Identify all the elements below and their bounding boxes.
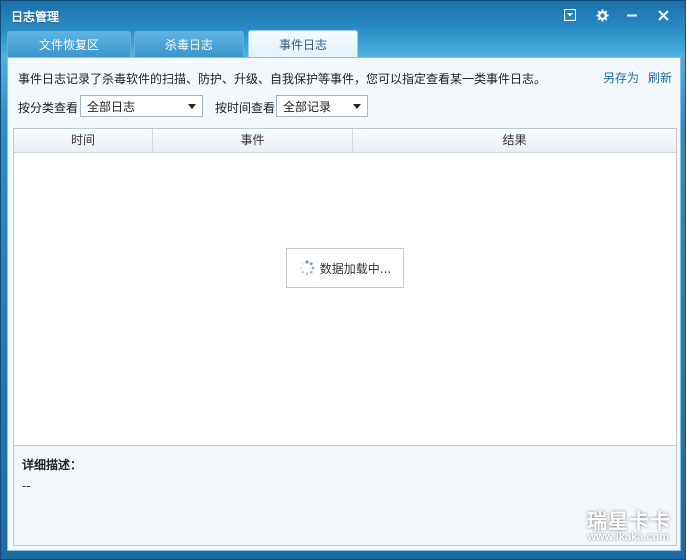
- tab-antivirus-log[interactable]: 杀毒日志: [134, 31, 244, 57]
- loading-text: 数据加载中...: [319, 261, 392, 276]
- watermark-brand: 瑞星卡卡: [587, 509, 671, 533]
- table-header: 时间 事件 结果: [14, 129, 676, 153]
- loading-indicator: 数据加载中...: [286, 248, 404, 288]
- column-header-event[interactable]: 事件: [153, 129, 353, 152]
- skin-icon[interactable]: [559, 5, 581, 25]
- tab-event-log[interactable]: 事件日志: [248, 30, 358, 58]
- minimize-icon[interactable]: [621, 5, 643, 25]
- event-log-description: 事件日志记录了杀毒软件的扫描、防护、升级、自我保护等事件，您可以指定查看某一类事…: [18, 72, 547, 86]
- column-header-time[interactable]: 时间: [14, 129, 153, 152]
- close-icon[interactable]: [652, 5, 674, 25]
- log-manager-window: 日志管理 文件恢复区 杀毒日志 事件日志 事件日志记录了杀毒软件的扫描、防护、升…: [0, 0, 686, 560]
- column-header-result[interactable]: 结果: [353, 129, 676, 152]
- tab-file-recovery[interactable]: 文件恢复区: [7, 31, 131, 57]
- time-select[interactable]: 全部记录: [276, 95, 368, 117]
- refresh-link[interactable]: 刷新: [648, 69, 672, 86]
- detail-title: 详细描述：: [22, 458, 83, 472]
- spinner-icon: [299, 260, 315, 276]
- chevron-down-icon: [353, 104, 361, 109]
- category-select-value: 全部日志: [87, 99, 136, 114]
- window-title: 日志管理: [11, 10, 60, 24]
- save-as-link[interactable]: 另存为: [603, 69, 639, 86]
- time-filter-label: 按时间查看: [215, 101, 276, 115]
- detail-value: --: [22, 479, 31, 493]
- watermark-site: www.ikaka.com: [587, 531, 669, 543]
- category-filter-label: 按分类查看: [18, 101, 79, 115]
- brand-watermark: 瑞星卡卡 www.ikaka.com: [557, 505, 675, 547]
- event-log-panel: 事件日志记录了杀毒软件的扫描、防护、升级、自我保护等事件，您可以指定查看某一类事…: [7, 57, 681, 551]
- event-log-table[interactable]: 时间 事件 结果 数据加载中...: [13, 128, 677, 446]
- time-select-value: 全部记录: [283, 99, 332, 114]
- gear-icon[interactable]: [591, 5, 613, 25]
- title-bar: 日志管理: [1, 1, 685, 29]
- category-select[interactable]: 全部日志: [80, 95, 203, 117]
- chevron-down-icon: [188, 104, 196, 109]
